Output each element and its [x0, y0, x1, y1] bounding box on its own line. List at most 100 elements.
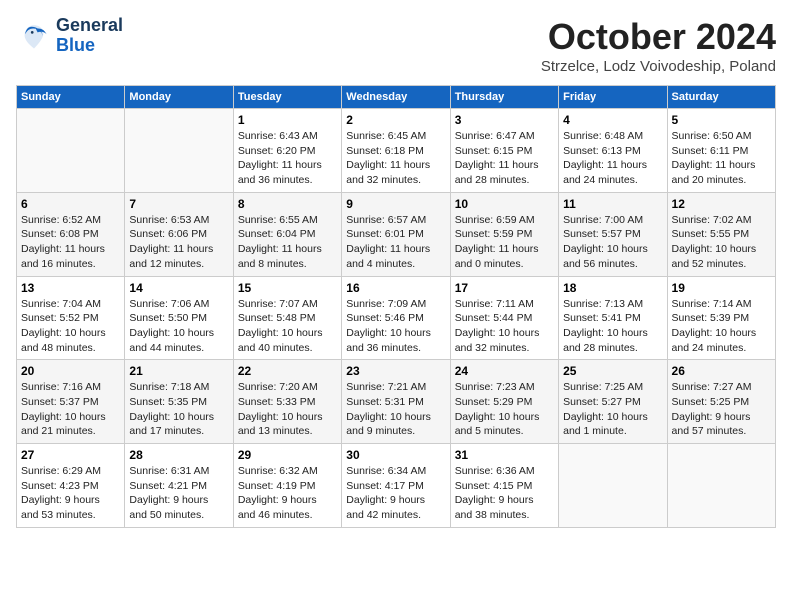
day-number: 4 — [563, 113, 662, 127]
weekday-header: Friday — [559, 86, 667, 109]
day-info: Sunrise: 7:13 AM Sunset: 5:41 PM Dayligh… — [563, 297, 662, 356]
calendar-cell — [125, 109, 233, 193]
calendar-week-row: 6 Sunrise: 6:52 AM Sunset: 6:08 PM Daylig… — [17, 192, 776, 276]
day-info: Sunrise: 6:29 AM Sunset: 4:23 PM Dayligh… — [21, 464, 120, 523]
day-info: Sunrise: 7:00 AM Sunset: 5:57 PM Dayligh… — [563, 213, 662, 272]
day-number: 24 — [455, 364, 554, 378]
day-number: 12 — [672, 197, 771, 211]
calendar-cell: 20 Sunrise: 7:16 AM Sunset: 5:37 PM Dayli… — [17, 360, 125, 444]
day-number: 5 — [672, 113, 771, 127]
calendar-cell: 6 Sunrise: 6:52 AM Sunset: 6:08 PM Daylig… — [17, 192, 125, 276]
calendar-cell: 30 Sunrise: 6:34 AM Sunset: 4:17 PM Dayli… — [342, 444, 450, 528]
day-number: 6 — [21, 197, 120, 211]
day-info: Sunrise: 7:20 AM Sunset: 5:33 PM Dayligh… — [238, 380, 337, 439]
calendar-header: SundayMondayTuesdayWednesdayThursdayFrid… — [17, 86, 776, 109]
logo: General Blue — [16, 16, 123, 56]
day-number: 19 — [672, 281, 771, 295]
day-number: 29 — [238, 448, 337, 462]
calendar-cell: 3 Sunrise: 6:47 AM Sunset: 6:15 PM Daylig… — [450, 109, 558, 193]
day-info: Sunrise: 7:04 AM Sunset: 5:52 PM Dayligh… — [21, 297, 120, 356]
day-number: 23 — [346, 364, 445, 378]
day-number: 13 — [21, 281, 120, 295]
logo-general: General — [56, 16, 123, 36]
day-number: 3 — [455, 113, 554, 127]
calendar-cell: 9 Sunrise: 6:57 AM Sunset: 6:01 PM Daylig… — [342, 192, 450, 276]
calendar-cell: 17 Sunrise: 7:11 AM Sunset: 5:44 PM Dayli… — [450, 276, 558, 360]
day-number: 18 — [563, 281, 662, 295]
day-info: Sunrise: 6:59 AM Sunset: 5:59 PM Dayligh… — [455, 213, 554, 272]
calendar-cell: 24Sunrise: 7:23 AM Sunset: 5:29 PM Dayli… — [450, 360, 558, 444]
logo-blue: Blue — [56, 36, 123, 56]
day-info: Sunrise: 7:25 AM Sunset: 5:27 PM Dayligh… — [563, 380, 662, 439]
day-info: Sunrise: 7:27 AM Sunset: 5:25 PM Dayligh… — [672, 380, 771, 439]
day-info: Sunrise: 7:07 AM Sunset: 5:48 PM Dayligh… — [238, 297, 337, 356]
weekday-header: Tuesday — [233, 86, 341, 109]
calendar-cell: 21Sunrise: 7:18 AM Sunset: 5:35 PM Dayli… — [125, 360, 233, 444]
calendar-cell: 12 Sunrise: 7:02 AM Sunset: 5:55 PM Dayli… — [667, 192, 775, 276]
day-info: Sunrise: 7:11 AM Sunset: 5:44 PM Dayligh… — [455, 297, 554, 356]
calendar-week-row: 1Sunrise: 6:43 AM Sunset: 6:20 PM Daylig… — [17, 109, 776, 193]
calendar-cell: 23 Sunrise: 7:21 AM Sunset: 5:31 PM Dayli… — [342, 360, 450, 444]
day-number: 17 — [455, 281, 554, 295]
day-info: Sunrise: 7:21 AM Sunset: 5:31 PM Dayligh… — [346, 380, 445, 439]
day-number: 15 — [238, 281, 337, 295]
day-number: 10 — [455, 197, 554, 211]
calendar-cell: 14 Sunrise: 7:06 AM Sunset: 5:50 PM Dayli… — [125, 276, 233, 360]
month-title: October 2024 — [541, 16, 776, 58]
day-number: 28 — [129, 448, 228, 462]
location: Strzelce, Lodz Voivodeship, Poland — [541, 58, 776, 75]
day-number: 8 — [238, 197, 337, 211]
calendar-cell: 7Sunrise: 6:53 AM Sunset: 6:06 PM Daylig… — [125, 192, 233, 276]
day-number: 1 — [238, 113, 337, 127]
weekday-header: Thursday — [450, 86, 558, 109]
weekday-header: Wednesday — [342, 86, 450, 109]
calendar-cell: 18 Sunrise: 7:13 AM Sunset: 5:41 PM Dayli… — [559, 276, 667, 360]
day-number: 31 — [455, 448, 554, 462]
calendar-cell: 27 Sunrise: 6:29 AM Sunset: 4:23 PM Dayli… — [17, 444, 125, 528]
day-info: Sunrise: 7:16 AM Sunset: 5:37 PM Dayligh… — [21, 380, 120, 439]
calendar-cell: 26 Sunrise: 7:27 AM Sunset: 5:25 PM Dayli… — [667, 360, 775, 444]
day-info: Sunrise: 6:34 AM Sunset: 4:17 PM Dayligh… — [346, 464, 445, 523]
day-info: Sunrise: 6:57 AM Sunset: 6:01 PM Dayligh… — [346, 213, 445, 272]
day-info: Sunrise: 7:02 AM Sunset: 5:55 PM Dayligh… — [672, 213, 771, 272]
title-block: October 2024 Strzelce, Lodz Voivodeship,… — [541, 16, 776, 75]
day-info: Sunrise: 6:32 AM Sunset: 4:19 PM Dayligh… — [238, 464, 337, 523]
day-number: 27 — [21, 448, 120, 462]
day-number: 11 — [563, 197, 662, 211]
day-info: Sunrise: 7:06 AM Sunset: 5:50 PM Dayligh… — [129, 297, 228, 356]
calendar-cell: 1Sunrise: 6:43 AM Sunset: 6:20 PM Daylig… — [233, 109, 341, 193]
day-info: Sunrise: 6:52 AM Sunset: 6:08 PM Dayligh… — [21, 213, 120, 272]
day-number: 9 — [346, 197, 445, 211]
calendar-cell: 11 Sunrise: 7:00 AM Sunset: 5:57 PM Dayli… — [559, 192, 667, 276]
day-info: Sunrise: 6:50 AM Sunset: 6:11 PM Dayligh… — [672, 129, 771, 188]
calendar-cell: 16Sunrise: 7:09 AM Sunset: 5:46 PM Dayli… — [342, 276, 450, 360]
day-info: Sunrise: 6:55 AM Sunset: 6:04 PM Dayligh… — [238, 213, 337, 272]
calendar-cell: 10 Sunrise: 6:59 AM Sunset: 5:59 PM Dayli… — [450, 192, 558, 276]
calendar-cell — [17, 109, 125, 193]
calendar-cell: 15 Sunrise: 7:07 AM Sunset: 5:48 PM Dayli… — [233, 276, 341, 360]
day-number: 30 — [346, 448, 445, 462]
day-info: Sunrise: 6:36 AM Sunset: 4:15 PM Dayligh… — [455, 464, 554, 523]
day-number: 7 — [129, 197, 228, 211]
day-number: 16 — [346, 281, 445, 295]
day-number: 2 — [346, 113, 445, 127]
day-info: Sunrise: 6:47 AM Sunset: 6:15 PM Dayligh… — [455, 129, 554, 188]
day-number: 26 — [672, 364, 771, 378]
weekday-header: Saturday — [667, 86, 775, 109]
calendar-cell: 22 Sunrise: 7:20 AM Sunset: 5:33 PM Dayli… — [233, 360, 341, 444]
calendar-cell: 2Sunrise: 6:45 AM Sunset: 6:18 PM Daylig… — [342, 109, 450, 193]
logo-icon — [16, 18, 52, 54]
day-info: Sunrise: 6:48 AM Sunset: 6:13 PM Dayligh… — [563, 129, 662, 188]
day-number: 20 — [21, 364, 120, 378]
calendar-week-row: 13 Sunrise: 7:04 AM Sunset: 5:52 PM Dayli… — [17, 276, 776, 360]
calendar-cell: 29 Sunrise: 6:32 AM Sunset: 4:19 PM Dayli… — [233, 444, 341, 528]
day-number: 25 — [563, 364, 662, 378]
calendar-cell: 19 Sunrise: 7:14 AM Sunset: 5:39 PM Dayli… — [667, 276, 775, 360]
day-number: 22 — [238, 364, 337, 378]
weekday-row: SundayMondayTuesdayWednesdayThursdayFrid… — [17, 86, 776, 109]
calendar-cell: 25 Sunrise: 7:25 AM Sunset: 5:27 PM Dayli… — [559, 360, 667, 444]
day-info: Sunrise: 7:14 AM Sunset: 5:39 PM Dayligh… — [672, 297, 771, 356]
calendar-cell — [559, 444, 667, 528]
day-number: 14 — [129, 281, 228, 295]
day-info: Sunrise: 7:18 AM Sunset: 5:35 PM Dayligh… — [129, 380, 228, 439]
